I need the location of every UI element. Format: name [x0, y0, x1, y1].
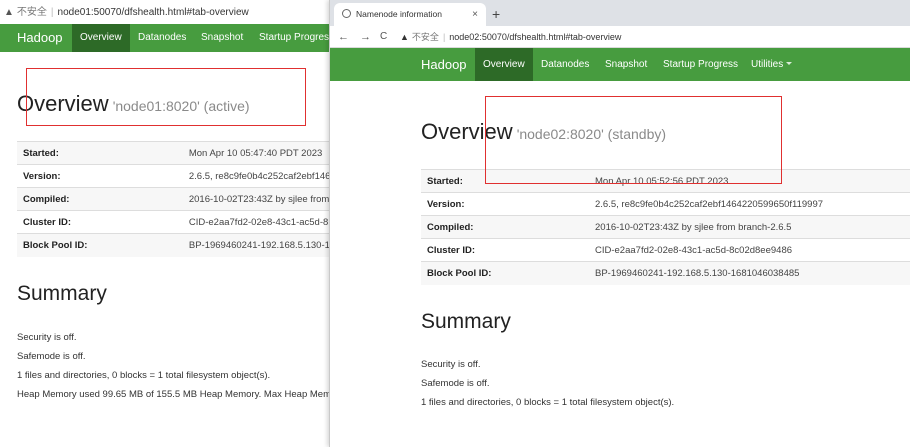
close-icon[interactable]: ×	[472, 3, 478, 26]
summary-line: 1 files and directories, 0 blocks = 1 to…	[421, 397, 675, 408]
new-tab-button[interactable]: +	[492, 3, 500, 26]
overview-table: Started: Mon Apr 10 05:52:56 PDT 2023 Ver…	[421, 169, 910, 285]
table-row: Block Pool ID: BP-1969460241-192.168.5.13…	[421, 261, 910, 285]
row-value: CID-e2aa7fd2-02e8-43c1-ac5d-8c02d8ee9486	[589, 238, 910, 262]
summary-line: 1 files and directories, 0 blocks = 1 to…	[17, 370, 271, 381]
reload-icon[interactable]: C	[380, 28, 387, 46]
nav-item-datanodes[interactable]: Datanodes	[130, 24, 194, 52]
nav-item-snapshot[interactable]: Snapshot	[193, 24, 251, 52]
summary-lines: Security is off. Safemode is off. 1 file…	[421, 359, 674, 416]
row-value: 2.6.5, re8c9fe0b4c252caf2ebf146422059965…	[589, 192, 910, 216]
browser-toolbar: ← → C ▲ 不安全 | node02:50070/dfshealth.html#t…	[330, 26, 910, 48]
summary-heading: Summary	[421, 310, 511, 333]
table-row: Cluster ID: CID-e2aa7fd2-02e8-43c1-ac5d-8…	[421, 238, 910, 262]
row-value: BP-1969460241-192.168.5.130-168104603848…	[589, 261, 910, 285]
row-key: Block Pool ID:	[421, 261, 589, 285]
row-value: Mon Apr 10 05:47:40 PDT 2023	[182, 141, 347, 165]
insecure-label: 不安全	[411, 32, 439, 42]
insecure-label: 不安全	[16, 7, 47, 18]
url-text[interactable]: node02:50070/dfshealth.html#tab-overview	[449, 32, 621, 42]
warning-triangle-icon: ▲	[4, 7, 14, 18]
utilities-label: Utilities	[751, 59, 784, 70]
url-text[interactable]: node01:50070/dfshealth.html#tab-overview	[58, 7, 249, 18]
globe-icon	[342, 9, 351, 18]
row-key: Started:	[17, 141, 183, 165]
brand-link[interactable]: Hadoop	[421, 48, 467, 81]
summary-lines: Security is off. Safemode is off. 1 file…	[17, 332, 331, 408]
row-value: 2016-10-02T23:43Z by sjlee from	[182, 187, 347, 211]
table-row: Compiled: 2016-10-02T23:43Z by sjlee from	[17, 187, 347, 211]
annotation-highlight-box	[26, 68, 306, 126]
navbar: Hadoop Overview Datanodes Snapshot Start…	[330, 48, 910, 81]
tab-strip: Namenode information × +	[330, 0, 910, 26]
row-value: BP-1969460241-192.168.5.130-16	[182, 233, 347, 257]
row-value: 2016-10-02T23:43Z by sjlee from branch-2…	[589, 215, 910, 239]
row-key: Compiled:	[421, 215, 589, 239]
table-row: Block Pool ID: BP-1969460241-192.168.5.13…	[17, 233, 347, 257]
nav-item-snapshot[interactable]: Snapshot	[597, 48, 655, 81]
browser-window-node02: Namenode information × + ← → C ▲ 不安全 | node…	[329, 0, 910, 447]
table-row: Cluster ID: CID-e2aa7fd2-02e8-43c1-ac5d-8	[17, 210, 347, 234]
brand-link[interactable]: Hadoop	[17, 24, 63, 52]
row-key: Cluster ID:	[421, 238, 589, 262]
nav-item-overview[interactable]: Overview	[72, 24, 130, 52]
summary-line: Heap Memory used 99.65 MB of 155.5 MB He…	[17, 389, 331, 400]
table-row: Version: 2.6.5, re8c9fe0b4c252caf2ebf1464…	[421, 192, 910, 216]
overview-table: Started: Mon Apr 10 05:47:40 PDT 2023 Ver…	[17, 141, 347, 257]
nav-item-datanodes[interactable]: Datanodes	[533, 48, 597, 81]
summary-heading: Summary	[17, 282, 107, 305]
table-row: Started: Mon Apr 10 05:47:40 PDT 2023	[17, 141, 347, 165]
warning-triangle-icon: ▲	[400, 32, 409, 42]
nav-item-overview[interactable]: Overview	[475, 48, 533, 81]
row-value: CID-e2aa7fd2-02e8-43c1-ac5d-8	[182, 210, 347, 234]
nav-item-utilities[interactable]: Utilities	[743, 48, 800, 81]
summary-line: Safemode is off.	[421, 378, 490, 389]
row-key: Block Pool ID:	[17, 233, 183, 257]
chevron-down-icon	[786, 62, 793, 65]
forward-arrow-icon[interactable]: →	[360, 28, 371, 46]
annotation-highlight-box	[485, 96, 782, 184]
nav-item-startup-progress[interactable]: Startup Progress	[655, 48, 746, 81]
row-key: Version:	[421, 192, 589, 216]
address-bar[interactable]: ▲ 不安全 | node02:50070/dfshealth.html#tab-ove…	[400, 28, 621, 46]
table-row: Version: 2.6.5, re8c9fe0b4c252caf2ebf1462…	[17, 164, 347, 188]
tab-title: Namenode information	[356, 9, 442, 19]
row-value: 2.6.5, re8c9fe0b4c252caf2ebf14622	[182, 164, 347, 188]
row-key: Compiled:	[17, 187, 183, 211]
summary-line: Security is off.	[421, 359, 481, 370]
table-row: Compiled: 2016-10-02T23:43Z by sjlee from…	[421, 215, 910, 239]
summary-line: Safemode is off.	[17, 351, 86, 362]
back-arrow-icon[interactable]: ←	[338, 28, 349, 46]
summary-line: Security is off.	[17, 332, 77, 343]
row-key: Cluster ID:	[17, 210, 183, 234]
row-key: Version:	[17, 164, 183, 188]
browser-tab[interactable]: Namenode information ×	[334, 3, 486, 26]
